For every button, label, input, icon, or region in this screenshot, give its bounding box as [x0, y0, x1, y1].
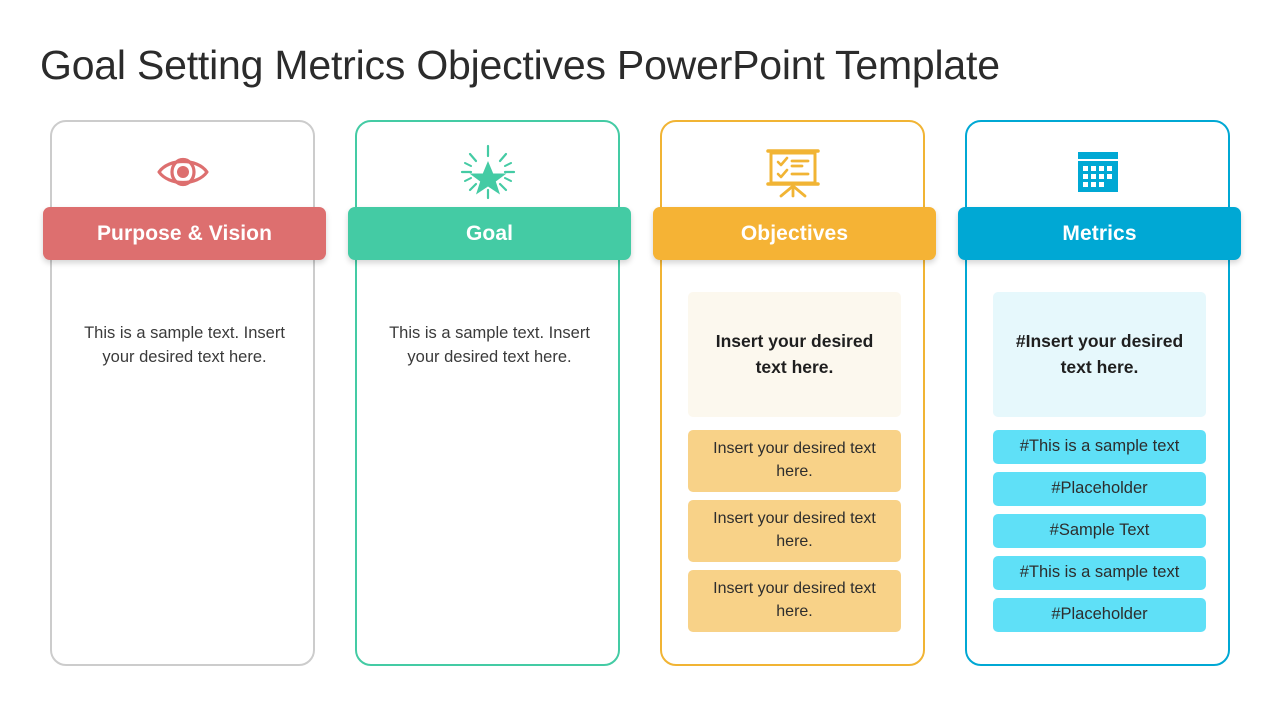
list-item[interactable]: #This is a sample text [993, 430, 1206, 464]
cards-row: Purpose & Vision This is a sample text. … [43, 120, 1241, 668]
card-header-purpose-vision[interactable]: Purpose & Vision [43, 207, 326, 260]
presentation-checklist-icon [662, 142, 923, 202]
card-purpose-vision[interactable]: Purpose & Vision This is a sample text. … [43, 120, 326, 666]
card-title: Purpose & Vision [96, 221, 273, 245]
card-body-text: This is a sample text. Insert your desir… [389, 324, 590, 366]
card-header-goal[interactable]: Goal [348, 207, 631, 260]
card-metrics[interactable]: Metrics #Insert your desired text here. … [958, 120, 1241, 666]
card-header-objectives[interactable]: Objectives [653, 207, 936, 260]
card-title: Goal [465, 221, 514, 245]
list-item[interactable]: Insert your desired text here. [688, 430, 901, 492]
metrics-item-list: #This is a sample text #Placeholder #Sam… [993, 430, 1206, 640]
card-body-text: This is a sample text. Insert your desir… [84, 324, 285, 366]
card-objectives[interactable]: Objectives Insert your desired text here… [653, 120, 936, 666]
card-header-metrics[interactable]: Metrics [958, 207, 1241, 260]
list-item[interactable]: #Placeholder [993, 472, 1206, 506]
calendar-grid-icon [967, 142, 1228, 202]
shining-star-icon [357, 142, 618, 202]
list-item[interactable]: Insert your desired text here. [688, 500, 901, 562]
eye-icon [52, 142, 313, 202]
list-item[interactable]: #Placeholder [993, 598, 1206, 632]
card-title: Metrics [1062, 221, 1137, 245]
lead-text-box[interactable]: Insert your desired text here. [688, 292, 901, 417]
page-title: Goal Setting Metrics Objectives PowerPoi… [40, 42, 1000, 88]
slide-canvas: Goal Setting Metrics Objectives PowerPoi… [0, 0, 1280, 720]
card-goal[interactable]: Goal This is a sample text. Insert your … [348, 120, 631, 666]
list-item[interactable]: #Sample Text [993, 514, 1206, 548]
lead-text-box[interactable]: #Insert your desired text here. [993, 292, 1206, 417]
card-title: Objectives [740, 221, 849, 245]
list-item[interactable]: #This is a sample text [993, 556, 1206, 590]
list-item[interactable]: Insert your desired text here. [688, 570, 901, 632]
objectives-item-list: Insert your desired text here. Insert yo… [688, 430, 901, 640]
